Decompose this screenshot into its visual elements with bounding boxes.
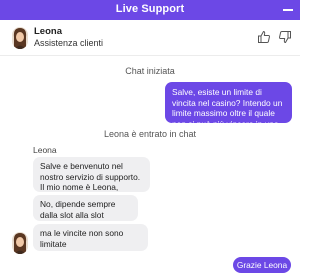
agent-message-bubble: No, dipende sempre dalla slot alla slot <box>33 195 138 221</box>
window-title: Live Support <box>115 3 185 15</box>
agent-message-bubble: Salve e benvenuto nel nostro servizio di… <box>33 157 150 203</box>
agent-role: Assistenza clienti <box>34 38 104 48</box>
thumbs-down-icon[interactable] <box>278 30 292 44</box>
user-message-bubble: Salve, esiste un limite di vincita nel c… <box>165 82 292 139</box>
agent-joined-status: Leona è entrato in chat <box>103 129 197 139</box>
agent-avatar <box>12 232 28 254</box>
agent-message-bubble: ma le vincite non sono limitate <box>33 224 148 251</box>
chat-transcript[interactable]: Chat iniziata Salve, esiste un limite di… <box>0 56 300 276</box>
minimize-icon[interactable] <box>283 9 293 11</box>
chat-started-status: Chat iniziata <box>125 66 175 76</box>
agent-header: Leona Assistenza clienti <box>0 20 300 56</box>
agent-avatar <box>12 27 28 49</box>
thumbs-up-icon[interactable] <box>257 30 271 44</box>
agent-message-sender: Leona <box>33 145 57 155</box>
agent-name: Leona <box>34 26 62 37</box>
quick-reply-button[interactable]: Grazie Leona <box>233 257 291 273</box>
chat-titlebar: Live Support <box>0 0 300 20</box>
